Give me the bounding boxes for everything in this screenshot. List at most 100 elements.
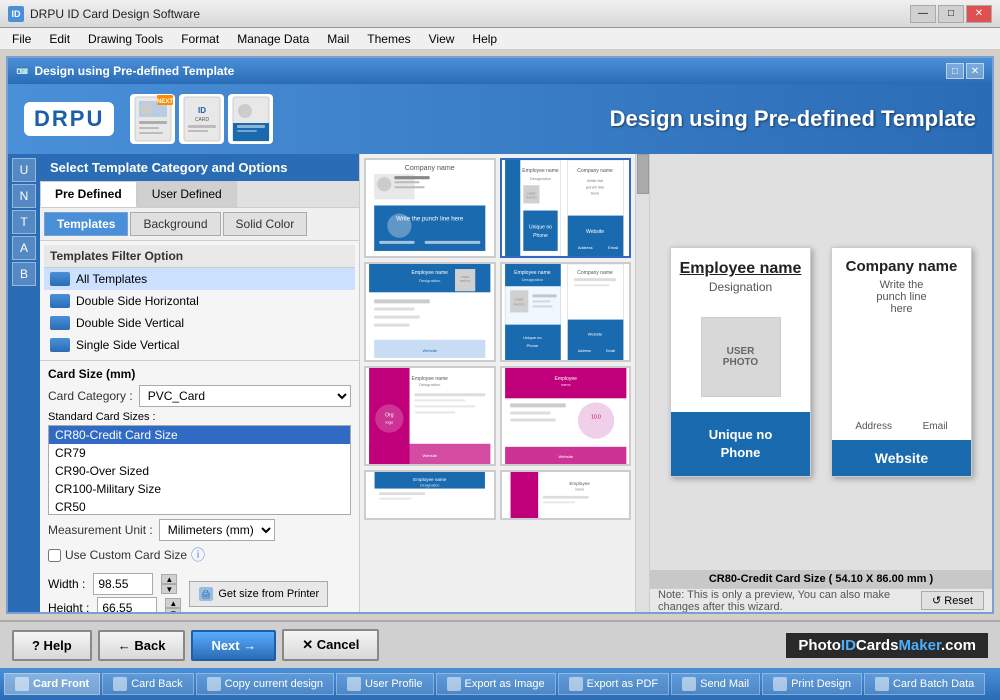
taskbar-user-profile[interactable]: User Profile xyxy=(336,673,433,695)
menu-view[interactable]: View xyxy=(421,30,463,48)
dialog-restore-button[interactable]: □ xyxy=(946,63,964,79)
filter-double-horizontal[interactable]: Double Side Horizontal xyxy=(44,290,355,312)
template-thumb-3[interactable]: Employee name Designation USER PHOTO xyxy=(364,262,496,362)
card-size-section: Card Size (mm) Card Category : PVC_Card … xyxy=(40,360,359,612)
window-controls[interactable]: — □ ✕ xyxy=(910,5,992,23)
template-row-3: Employee name Designation Org logo xyxy=(364,366,631,466)
measurement-select[interactable]: Milimeters (mm) xyxy=(159,519,275,541)
height-input[interactable] xyxy=(97,597,157,612)
svg-text:Employee name: Employee name xyxy=(413,477,447,482)
menu-format[interactable]: Format xyxy=(173,30,227,48)
dialog-controls[interactable]: □ ✕ xyxy=(946,63,984,79)
size-cr80[interactable]: CR80-Credit Card Size xyxy=(49,426,350,444)
menu-themes[interactable]: Themes xyxy=(359,30,418,48)
next-button[interactable]: Next → xyxy=(191,630,276,661)
svg-text:ID: ID xyxy=(198,106,206,115)
export-pdf-icon xyxy=(569,677,583,691)
card-front-label: Card Front xyxy=(33,678,89,690)
templates-scrollbar[interactable] xyxy=(635,154,649,612)
taskbar-print-design[interactable]: Print Design xyxy=(762,673,862,695)
svg-text:PHOTO: PHOTO xyxy=(526,195,537,199)
menu-file[interactable]: File xyxy=(4,30,39,48)
nav-btn-5[interactable]: B xyxy=(12,262,36,286)
templates-grid[interactable]: Company name Write the punch line here xyxy=(360,154,635,612)
taskbar-copy-design[interactable]: Copy current design xyxy=(196,673,334,695)
card-back-footer: Website xyxy=(832,440,971,476)
menu-manage-data[interactable]: Manage Data xyxy=(229,30,317,48)
custom-size-checkbox[interactable] xyxy=(48,549,61,562)
filter-single-vertical[interactable]: Single Side Vertical xyxy=(44,334,355,356)
maximize-button[interactable]: □ xyxy=(938,5,964,23)
nav-btn-4[interactable]: A xyxy=(12,236,36,260)
menu-mail[interactable]: Mail xyxy=(319,30,357,48)
taskbar-export-pdf[interactable]: Export as PDF xyxy=(558,673,670,695)
template-thumb-1[interactable]: Company name Write the punch line here xyxy=(364,158,496,258)
card-batch-icon xyxy=(875,677,889,691)
svg-text:Company name: Company name xyxy=(405,165,455,172)
help-icon[interactable]: ⓘ xyxy=(191,545,205,565)
nav-btn-1[interactable]: U xyxy=(12,158,36,182)
get-size-button[interactable]: 🖨 Get size from Printer xyxy=(189,581,328,607)
filter-label-dh: Double Side Horizontal xyxy=(76,294,199,308)
taskbar: Card Front Card Back Copy current design… xyxy=(0,668,1000,700)
back-button[interactable]: ← Back xyxy=(98,630,186,661)
reset-button[interactable]: ↺ Reset xyxy=(921,591,984,610)
menu-edit[interactable]: Edit xyxy=(41,30,78,48)
template-thumb-4[interactable]: Employee name Designation USER PHOTO xyxy=(500,262,632,362)
tab-user-defined[interactable]: User Defined xyxy=(137,181,237,207)
card-category-select[interactable]: PVC_Card xyxy=(139,385,351,407)
dialog-body: U N T A B Select Template Category and O… xyxy=(8,154,992,612)
size-cr100[interactable]: CR100-Military Size xyxy=(49,480,350,498)
taskbar-card-back[interactable]: Card Back xyxy=(102,673,193,695)
size-cr50[interactable]: CR50 xyxy=(49,498,350,515)
user-photo-label: USER xyxy=(727,346,755,357)
template-thumb-5[interactable]: Employee name Designation Org logo xyxy=(364,366,496,466)
tab-background[interactable]: Background xyxy=(130,212,220,236)
size-cr90[interactable]: CR90-Over Sized xyxy=(49,462,350,480)
svg-text:punch line: punch line xyxy=(585,184,604,189)
taskbar-card-front[interactable]: Card Front xyxy=(4,673,100,695)
template-thumb-2[interactable]: Employee name Designation USER PHOTO Uni… xyxy=(500,158,632,258)
height-up-btn[interactable]: ▲ xyxy=(165,598,181,608)
card-front-icon xyxy=(15,677,29,691)
template-thumb-7[interactable]: Employee name Designation xyxy=(364,470,496,520)
nav-btn-2[interactable]: N xyxy=(12,184,36,208)
svg-text:Address: Address xyxy=(577,245,592,250)
nav-btn-3[interactable]: T xyxy=(12,210,36,234)
company-name: Company name xyxy=(840,258,963,275)
width-up-btn[interactable]: ▲ xyxy=(161,574,177,584)
template-thumb-6[interactable]: Employee name 10.0 Website xyxy=(500,366,632,466)
address-label: Address xyxy=(855,421,892,432)
help-button[interactable]: ? Help xyxy=(12,630,92,661)
taskbar-send-mail[interactable]: Send Mail xyxy=(671,673,760,695)
standard-sizes-list[interactable]: CR80-Credit Card Size CR79 CR90-Over Siz… xyxy=(48,425,351,515)
taskbar-export-image[interactable]: Export as Image xyxy=(436,673,556,695)
close-button[interactable]: ✕ xyxy=(966,5,992,23)
drpu-logo: DRPU xyxy=(24,102,114,136)
next-label: Next → xyxy=(211,638,256,653)
tab-pre-defined[interactable]: Pre Defined xyxy=(40,181,137,207)
taskbar-card-batch[interactable]: Card Batch Data xyxy=(864,673,985,695)
svg-text:Website: Website xyxy=(558,454,573,459)
filter-double-vertical[interactable]: Double Side Vertical xyxy=(44,312,355,334)
print-design-label: Print Design xyxy=(791,678,851,690)
filter-all-templates[interactable]: All Templates xyxy=(44,268,355,290)
help-label: ? Help xyxy=(32,638,72,653)
height-down-btn[interactable]: ▼ xyxy=(165,608,181,612)
scrollbar-thumb[interactable] xyxy=(637,154,649,194)
template-thumb-8[interactable]: Employee name xyxy=(500,470,632,520)
svg-text:Website: Website xyxy=(423,453,438,458)
tab-solid-color[interactable]: Solid Color xyxy=(223,212,308,236)
menu-drawing-tools[interactable]: Drawing Tools xyxy=(80,30,171,48)
dialog-close-button[interactable]: ✕ xyxy=(966,63,984,79)
cancel-button[interactable]: ✕ Cancel xyxy=(282,629,379,661)
width-input[interactable] xyxy=(93,573,153,595)
category-tabs[interactable]: Pre Defined User Defined xyxy=(40,181,359,208)
filter-icon-sv xyxy=(50,338,70,352)
width-down-btn[interactable]: ▼ xyxy=(161,584,177,594)
minimize-button[interactable]: — xyxy=(910,5,936,23)
menu-help[interactable]: Help xyxy=(464,30,505,48)
svg-text:Company name: Company name xyxy=(577,168,613,174)
size-cr79[interactable]: CR79 xyxy=(49,444,350,462)
tab-templates[interactable]: Templates xyxy=(44,212,128,236)
